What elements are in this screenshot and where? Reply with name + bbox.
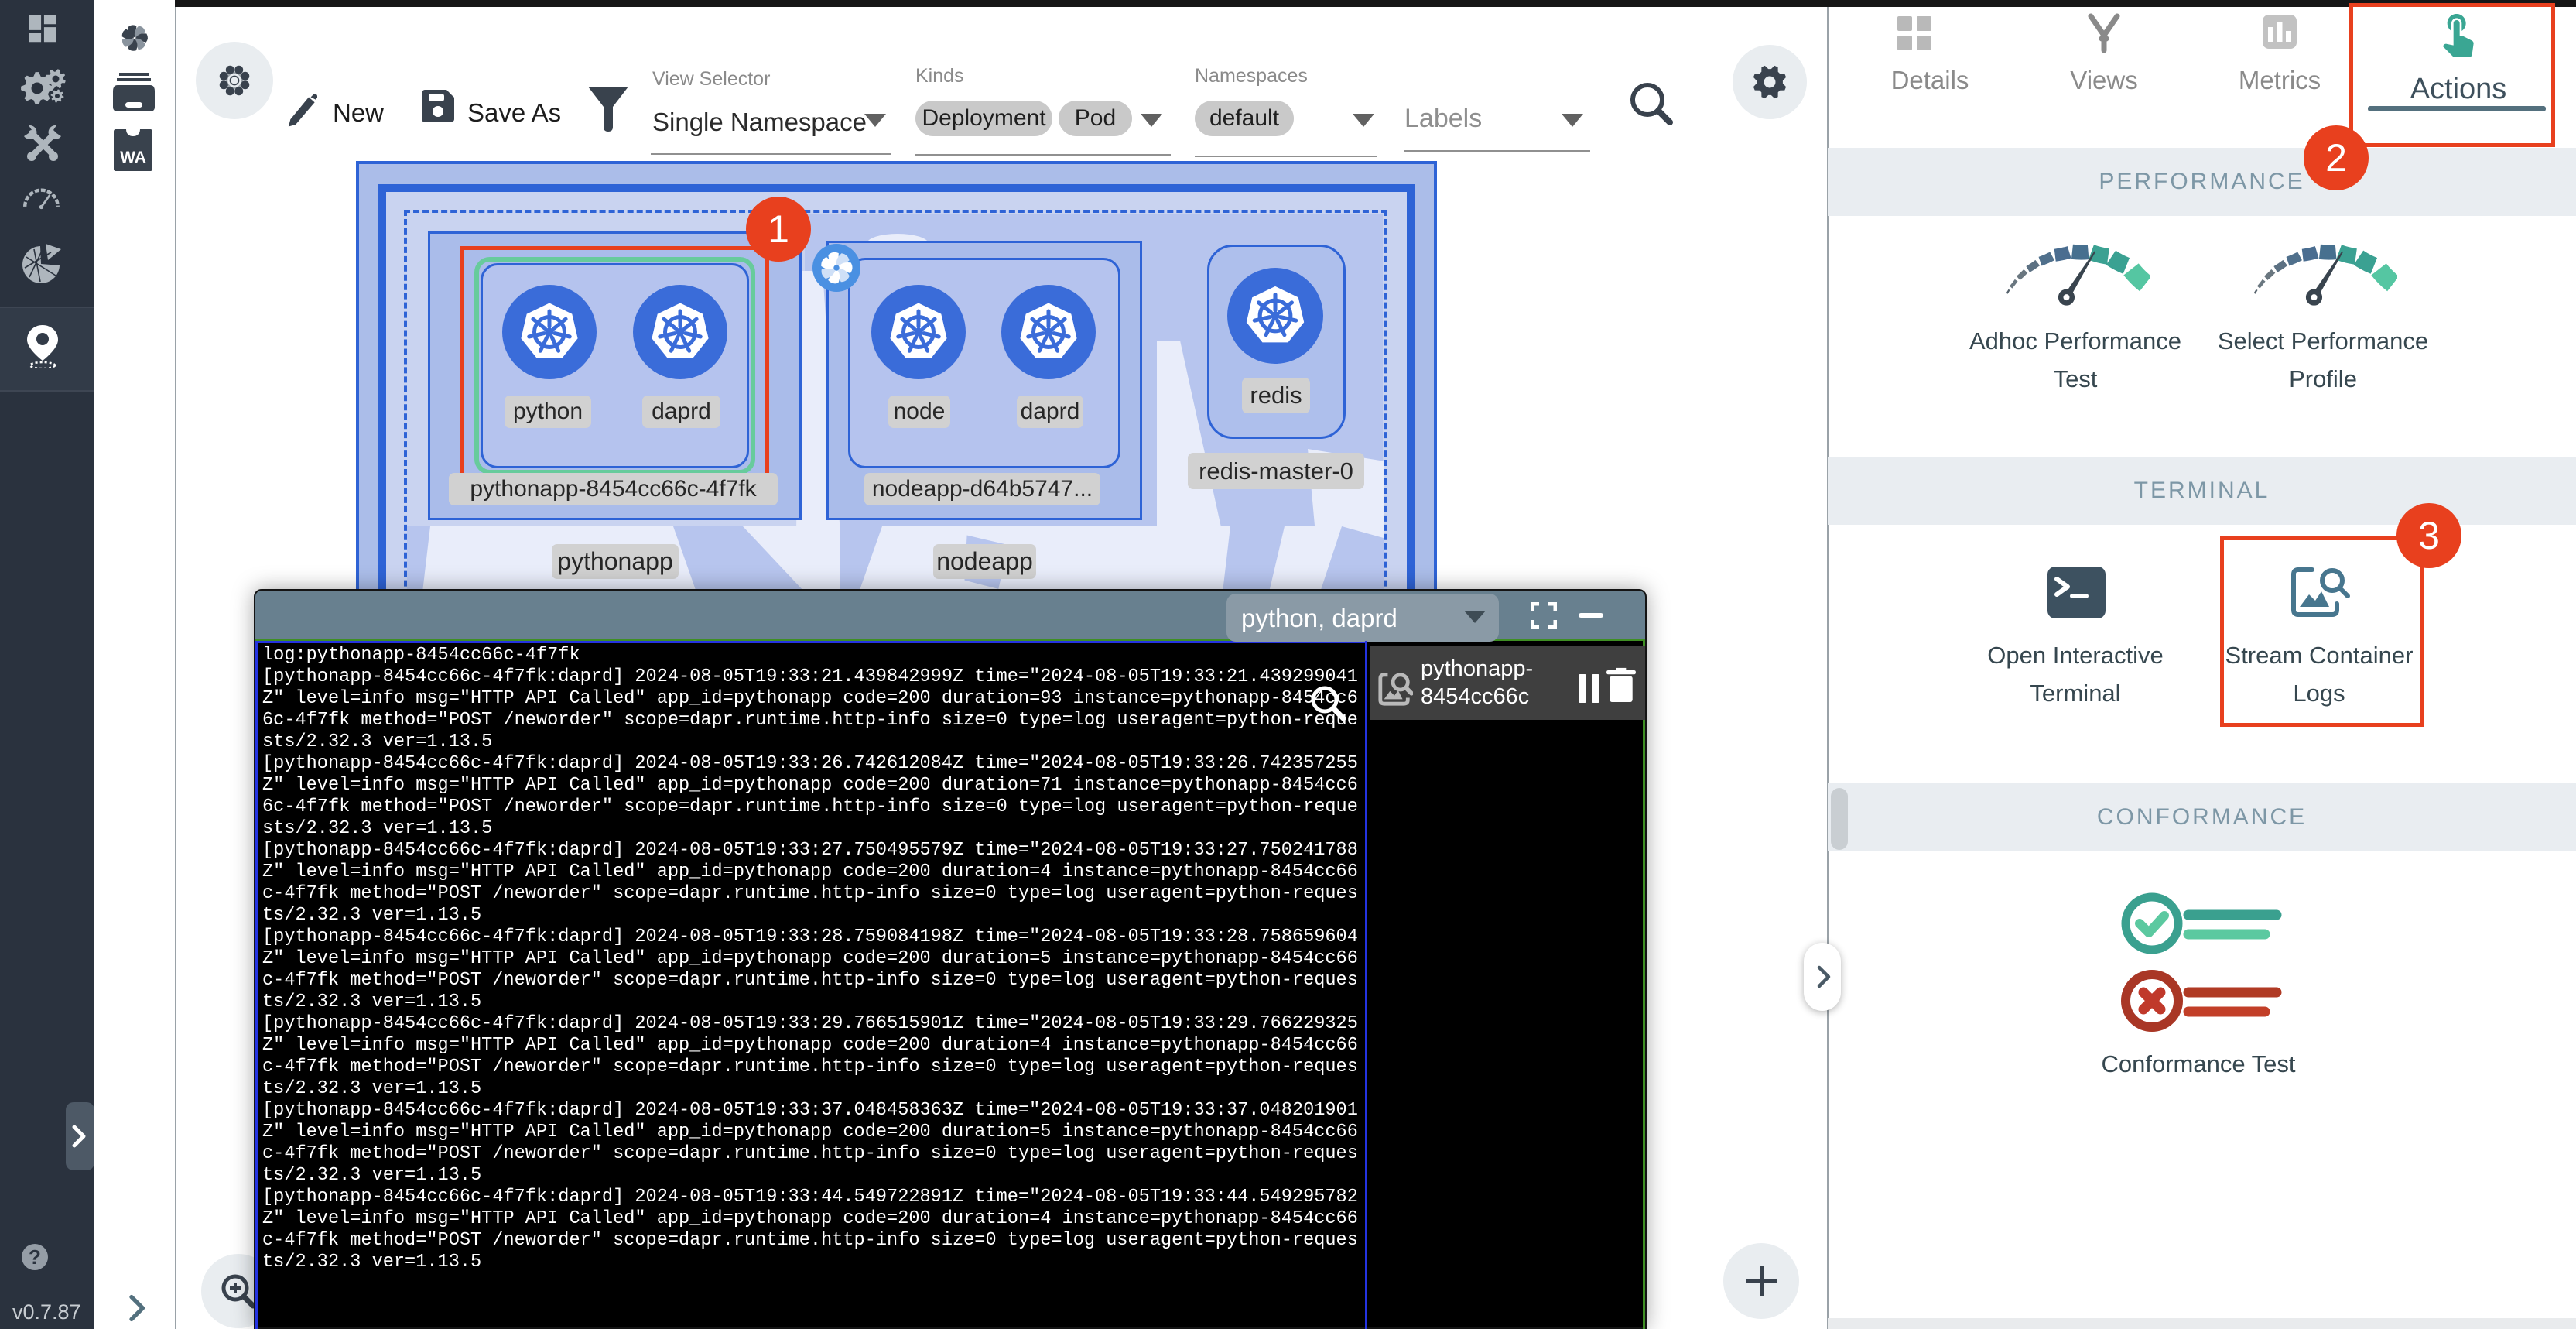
svg-text:WA: WA [120,149,146,166]
